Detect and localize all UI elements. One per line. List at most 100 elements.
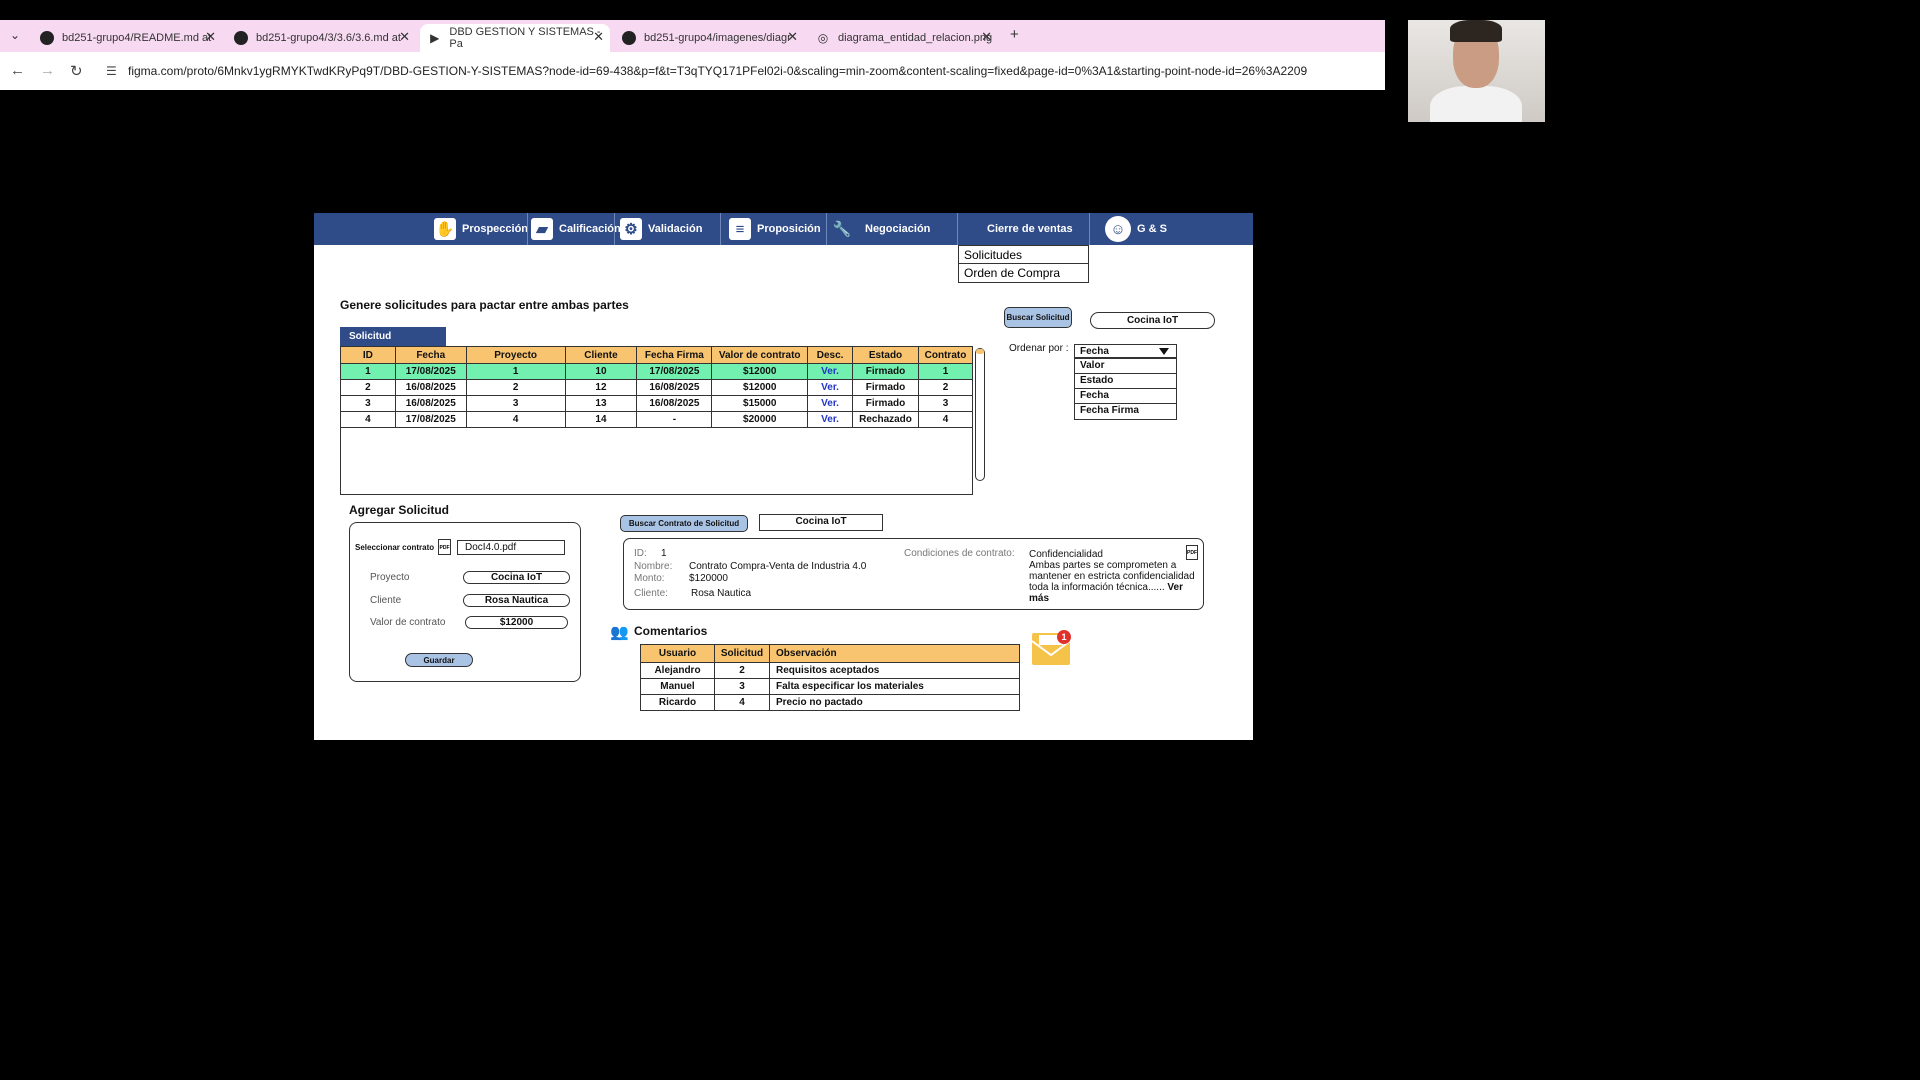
proyecto-field[interactable]: Cocina IoT: [463, 571, 570, 584]
contract-id: 1: [661, 548, 667, 559]
site-info-icon[interactable]: ☰: [106, 64, 117, 78]
smiley-icon: ☺: [1105, 216, 1131, 242]
comment-row[interactable]: Alejandro 2 Requisitos aceptados: [640, 662, 1020, 679]
col-desc[interactable]: Desc.: [807, 346, 854, 364]
contract-cliente: Rosa Nautica: [691, 588, 752, 599]
search-input[interactable]: Cocina IoT: [1090, 312, 1215, 329]
tab-figma[interactable]: ▶ DBD GESTION Y SISTEMAS - Pa ✕: [420, 24, 610, 52]
dropdown-arrow-icon: [1159, 348, 1169, 355]
comments-table: Usuario Solicitud Observación Alejandro …: [640, 644, 1020, 711]
conditions-label: Condiciones de contrato:: [904, 548, 1015, 559]
ver-link[interactable]: Ver.: [807, 363, 854, 380]
play-icon: ▶: [430, 31, 440, 45]
top-menu: ✋ Prospección ▰ Calificación ⚙ Validació…: [314, 213, 1253, 245]
ver-link[interactable]: Ver.: [807, 411, 854, 428]
table-scrollbar[interactable]: [975, 348, 985, 481]
contract-monto: $120000: [689, 573, 728, 584]
contract-file-input[interactable]: DocI4.0.pdf: [457, 540, 565, 555]
agregar-form: Seleccionar contrato PDF DocI4.0.pdf Pro…: [349, 522, 581, 682]
order-option-fecha[interactable]: Fecha: [1075, 389, 1176, 404]
contract-nombre-label: Nombre:: [634, 561, 673, 572]
col-valor[interactable]: Valor de contrato: [711, 346, 809, 364]
tab-diagrama[interactable]: ◎ diagrama_entidad_relacion.png ✕: [808, 24, 998, 52]
table-row[interactable]: 3 16/08/2025 3 13 16/08/2025 $15000 Ver. Firmad…: [340, 395, 974, 412]
cliente-label: Cliente: [370, 595, 402, 606]
address-bar: ← → ↻ ☰ figma.com/proto/6Mnkv1ygRMYKTwdK…: [0, 52, 1385, 90]
buscar-contrato-button[interactable]: Buscar Contrato de Solicitud: [620, 515, 748, 532]
gear-icon: ⚙: [620, 218, 642, 240]
contract-cliente-label: Cliente:: [634, 588, 668, 599]
users-icon: 👥: [610, 624, 629, 641]
dropdown-item-orden-compra[interactable]: Orden de Compra: [959, 264, 1088, 282]
col-estado[interactable]: Estado: [852, 346, 919, 364]
menu-cierre-ventas[interactable]: Cierre de ventas: [987, 213, 1073, 245]
contract-search-input[interactable]: Cocina IoT: [759, 514, 883, 531]
menu-prospeccion[interactable]: ✋ Prospección: [434, 213, 528, 245]
notification-badge: 1: [1057, 630, 1071, 644]
browser-tab-bar: ⌄ bd251-grupo4/README.md at ✕ bd251-grup…: [0, 20, 1385, 52]
dropdown-item-solicitudes[interactable]: Solicitudes: [959, 246, 1088, 264]
reload-icon[interactable]: ↻: [70, 62, 83, 80]
order-select[interactable]: Fecha: [1074, 344, 1177, 358]
valor-field[interactable]: $12000: [465, 616, 568, 629]
comments-header-row: Usuario Solicitud Observación: [640, 644, 1020, 663]
table-row[interactable]: 4 17/08/2025 4 14- $20000 Ver. Rechazado 4: [340, 411, 974, 428]
close-icon[interactable]: ✕: [593, 29, 604, 45]
globe-icon: ◎: [817, 31, 829, 45]
contract-details: ID: 1 Nombre: Contrato Compra-Venta de I…: [623, 538, 1204, 610]
col-fecha-firma[interactable]: Fecha Firma: [636, 346, 713, 364]
wrench-icon: 🔧: [832, 221, 852, 238]
forward-icon[interactable]: →: [40, 62, 55, 79]
contract-nombre: Contrato Compra-Venta de Industria 4.0: [689, 561, 867, 572]
order-option-estado[interactable]: Estado: [1075, 374, 1176, 389]
buscar-solicitud-button[interactable]: Buscar Solicitud: [1004, 307, 1072, 328]
tab-readme[interactable]: bd251-grupo4/README.md at ✕: [32, 24, 222, 52]
col-cliente[interactable]: Cliente: [564, 346, 638, 364]
cierre-dropdown: Solicitudes Orden de Compra: [958, 245, 1089, 283]
col-id[interactable]: ID: [340, 346, 396, 364]
table-header-row: ID Fecha Proyecto Cliente Fecha Firma Va…: [340, 346, 974, 364]
comment-row[interactable]: Ricardo 4 Precio no pactado: [640, 694, 1020, 711]
select-contract-label: Seleccionar contrato: [355, 543, 435, 552]
valor-label: Valor de contrato: [370, 617, 446, 628]
page-title: Genere solicitudes para pactar entre amb…: [340, 298, 629, 312]
order-option-fecha-firma[interactable]: Fecha Firma: [1075, 404, 1176, 419]
close-icon[interactable]: ✕: [399, 29, 410, 45]
order-option-valor[interactable]: Valor: [1075, 359, 1176, 374]
new-tab-icon[interactable]: +: [1010, 26, 1019, 43]
comment-row[interactable]: Manuel 3 Falta especificar los materiale…: [640, 678, 1020, 695]
ver-link[interactable]: Ver.: [807, 379, 854, 396]
cliente-field[interactable]: Rosa Nautica: [463, 594, 570, 607]
close-icon[interactable]: ✕: [205, 29, 216, 45]
proyecto-label: Proyecto: [370, 572, 410, 583]
document-icon: ≡: [729, 218, 751, 240]
prototype-frame: ✋ Prospección ▰ Calificación ⚙ Validació…: [314, 213, 1253, 740]
menu-proposicion[interactable]: ≡ Proposición: [729, 213, 821, 245]
menu-validacion[interactable]: ⚙ Validación: [620, 213, 702, 245]
menu-calificacion[interactable]: ▰ Calificación: [531, 213, 621, 245]
menu-negociacion[interactable]: 🔧 Negociación: [831, 213, 931, 245]
tab-list-icon[interactable]: ⌄: [10, 28, 20, 42]
solicitud-tab: Solicitud: [340, 327, 446, 346]
col-fecha[interactable]: Fecha: [394, 346, 467, 364]
close-icon[interactable]: ✕: [787, 29, 798, 45]
col-proyecto[interactable]: Proyecto: [465, 346, 566, 364]
back-icon[interactable]: ←: [10, 62, 25, 79]
menu-brand[interactable]: ☺ G & S: [1105, 213, 1167, 245]
close-icon[interactable]: ✕: [981, 29, 992, 45]
table-row[interactable]: 1 17/08/2025 1 10 17/08/2025 $12000 Ver. Firmad…: [340, 363, 974, 380]
col-contrato[interactable]: Contrato: [917, 346, 974, 364]
tab-imagenes[interactable]: bd251-grupo4/imagenes/diagr ✕: [614, 24, 804, 52]
solicitudes-table: ID Fecha Proyecto Cliente Fecha Firma Va…: [340, 346, 974, 428]
guardar-button[interactable]: Guardar: [405, 653, 473, 667]
tab-md[interactable]: bd251-grupo4/3/3.6/3.6.md at ✕: [226, 24, 416, 52]
order-label: Ordenar por :: [1009, 343, 1069, 354]
ver-link[interactable]: Ver.: [807, 395, 854, 412]
conditions-text: Confidencialidad Ambas partes se comprom…: [1029, 549, 1195, 604]
table-row[interactable]: 2 16/08/2025 2 12 16/08/2025 $12000 Ver. Firmad…: [340, 379, 974, 396]
url-field[interactable]: figma.com/proto/6Mnkv1ygRMYKTwdKRyPq9T/D…: [128, 64, 1307, 78]
order-options: Valor Estado Fecha Fecha Firma: [1074, 358, 1177, 420]
github-icon: [234, 31, 248, 45]
contract-monto-label: Monto:: [634, 573, 665, 584]
pdf-icon: PDF: [438, 539, 451, 555]
